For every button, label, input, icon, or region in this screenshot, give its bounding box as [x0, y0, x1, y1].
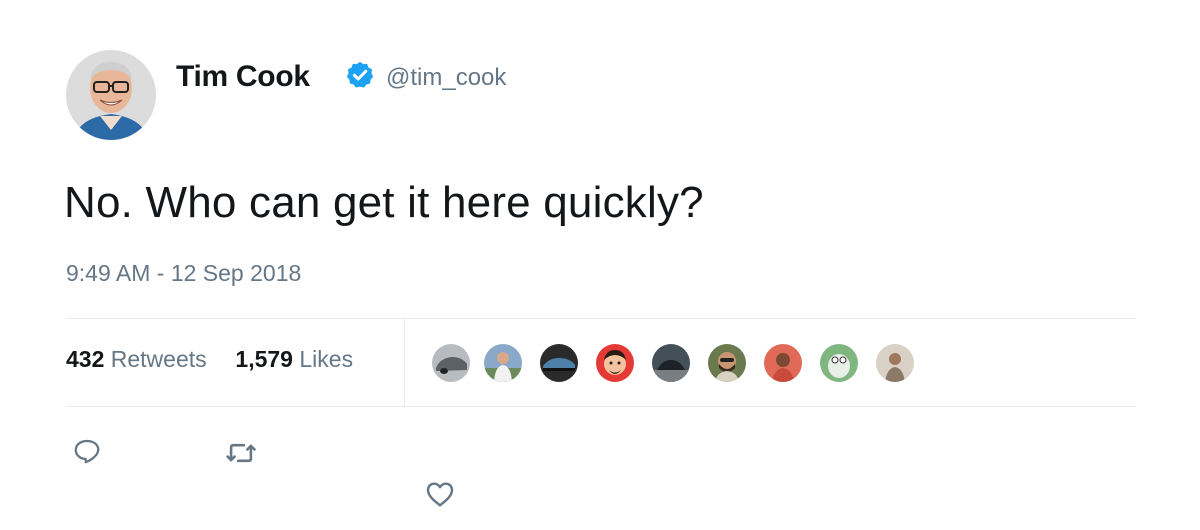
tweet-text: No. Who can get it here quickly? [64, 178, 704, 227]
liker-avatar[interactable] [762, 342, 804, 384]
liker-avatar[interactable] [818, 342, 860, 384]
car-dark-avatar-icon [540, 344, 578, 382]
verified-badge-icon [345, 60, 375, 90]
stats-bottom-divider [66, 406, 1136, 407]
tweet-stats: 432 Retweets 1,579 Likes [66, 346, 353, 373]
heart-icon[interactable] [424, 478, 460, 514]
liker-avatar[interactable] [650, 342, 692, 384]
author-avatar[interactable] [66, 50, 156, 140]
liker-avatar[interactable] [706, 342, 748, 384]
tim-cook-avatar-icon [66, 50, 156, 140]
stats-top-divider [66, 318, 1136, 319]
liker-avatar[interactable] [430, 342, 472, 384]
retweet-icon[interactable] [224, 436, 260, 472]
likes-label: Likes [299, 346, 354, 372]
person-red-avatar-icon [764, 344, 802, 382]
kermit-avatar-icon [820, 344, 858, 382]
liker-avatar[interactable] [594, 342, 636, 384]
liker-avatar[interactable] [538, 342, 580, 384]
likes-stat[interactable]: 1,579 Likes [235, 346, 353, 372]
retweets-count: 432 [66, 346, 105, 372]
likes-count: 1,579 [235, 346, 293, 372]
author-handle[interactable]: @tim_cook [386, 64, 506, 92]
liker-avatar[interactable] [874, 342, 916, 384]
memoji-avatar-icon [596, 344, 634, 382]
car-street-avatar-icon [652, 344, 690, 382]
person-light-avatar-icon [876, 344, 914, 382]
author-name[interactable]: Tim Cook [176, 60, 310, 94]
stats-vertical-divider [404, 319, 405, 406]
person-outdoor-avatar-icon [484, 344, 522, 382]
car-avatar-icon [432, 344, 470, 382]
retweets-label: Retweets [110, 346, 207, 372]
tweet-timestamp[interactable]: 9:49 AM - 12 Sep 2018 [66, 260, 301, 287]
retweets-stat[interactable]: 432 Retweets [66, 346, 207, 372]
reply-icon[interactable] [72, 436, 108, 472]
person-beard-avatar-icon [708, 344, 746, 382]
liker-avatar[interactable] [482, 342, 524, 384]
